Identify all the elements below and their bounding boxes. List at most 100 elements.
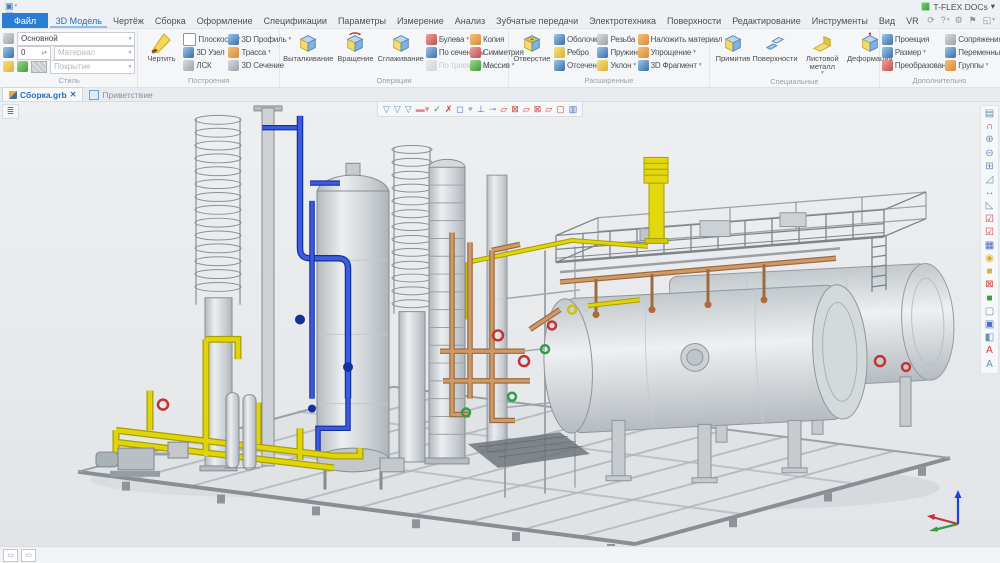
ribbon-command[interactable]: Группы ▾ bbox=[945, 59, 997, 71]
wireframe-cube-icon[interactable]: ▦ bbox=[985, 241, 994, 251]
zoom-in-icon[interactable]: ⊕ bbox=[985, 135, 993, 145]
menu-tab[interactable]: Параметры bbox=[332, 13, 391, 28]
texture-swatch[interactable] bbox=[31, 61, 47, 73]
section-plane-cross-icon[interactable]: ⊠ bbox=[534, 105, 542, 114]
ribbon-command[interactable]: Трасса ▾ bbox=[228, 46, 277, 58]
menu-tab[interactable]: 3D Модель bbox=[50, 13, 107, 28]
shaded-cube-icon[interactable]: ■ bbox=[986, 267, 992, 277]
section-cube-icon[interactable]: ▱ bbox=[545, 105, 552, 114]
ribbon-big-command[interactable]: Чертить bbox=[140, 30, 182, 63]
menu-tab[interactable]: Анализ bbox=[449, 13, 490, 28]
ribbon-command[interactable]: Резьба bbox=[597, 33, 636, 45]
menu-tab[interactable]: Редактирование bbox=[727, 13, 807, 28]
check-model-icon[interactable]: ☑ bbox=[985, 215, 994, 225]
ribbon-big-command[interactable]: Вращение bbox=[334, 30, 376, 63]
dimensions-icon[interactable]: ◺ bbox=[986, 201, 994, 211]
filter-edges-icon[interactable]: ▽ bbox=[394, 105, 401, 114]
cancel-selection-icon[interactable]: ✗ bbox=[445, 105, 453, 114]
menu-tab[interactable]: Электротехника bbox=[584, 13, 662, 28]
menu-tab[interactable]: Поверхности bbox=[661, 13, 726, 28]
ribbon-command[interactable]: Сопряжения ▾ bbox=[945, 33, 997, 45]
render-mode-icon[interactable]: ◉ bbox=[985, 254, 994, 264]
level-stepper[interactable]: 0 ▴▾ bbox=[17, 46, 51, 60]
ribbon-command[interactable]: Упрощение ▾ bbox=[638, 46, 707, 58]
document-tab-active[interactable]: Сборка.grb ✕ bbox=[2, 87, 83, 101]
snap-point-icon[interactable]: ⌖ bbox=[468, 105, 473, 114]
ribbon-command[interactable]: 3D Фрагмент ▾ bbox=[638, 59, 707, 71]
ribbon-command[interactable]: 3D Узел bbox=[183, 46, 227, 58]
coating-icon[interactable] bbox=[17, 61, 28, 72]
document-pages-icon[interactable]: ▤ bbox=[985, 109, 994, 119]
model-tree-toggle-button[interactable]: ≣ bbox=[2, 104, 19, 119]
magnet-snap-icon[interactable]: ∩ bbox=[986, 122, 993, 132]
ribbon-command[interactable]: 3D Профиль ▾ bbox=[228, 33, 277, 45]
box-select-icon[interactable]: ◻ bbox=[456, 105, 463, 114]
menu-tab[interactable]: Измерение bbox=[391, 13, 449, 28]
hide-element-icon[interactable]: ⊠ bbox=[985, 280, 993, 290]
zoom-out-icon[interactable]: ⊖ bbox=[985, 149, 993, 159]
ribbon-command[interactable]: ЛСК bbox=[183, 59, 227, 71]
axes-select-icon[interactable]: ⊥ bbox=[477, 105, 485, 114]
close-icon[interactable]: ✕ bbox=[70, 90, 77, 99]
ribbon-big-command[interactable]: Примитив bbox=[712, 30, 754, 77]
ribbon-command[interactable]: Копия bbox=[470, 33, 506, 45]
material-select[interactable]: Материал ▾ bbox=[54, 46, 135, 60]
menu-tab[interactable]: Зубчатые передачи bbox=[491, 13, 584, 28]
menu-tab[interactable]: Спецификации bbox=[258, 13, 332, 28]
section-box-icon[interactable]: ▱ bbox=[500, 105, 507, 114]
text-increase-icon[interactable]: A bbox=[986, 346, 993, 356]
file-menu-button[interactable]: Файл bbox=[2, 13, 48, 28]
sync-icon[interactable]: ⟳ bbox=[927, 16, 936, 25]
ribbon-big-command[interactable]: Сглаживание bbox=[376, 30, 424, 63]
ribbon-command[interactable]: Наложить материал bbox=[638, 33, 707, 45]
section-plane-icon[interactable]: ▱ bbox=[523, 105, 530, 114]
ribbon-command[interactable]: Плоскость ▾ bbox=[183, 33, 227, 45]
3d-viewport[interactable]: ≣ ▽ ▽ ▽ ▬▾ ✓ bbox=[0, 102, 1000, 546]
document-tab-welcome[interactable]: Приветствие bbox=[83, 88, 158, 101]
menu-tab[interactable]: Сборка bbox=[149, 13, 191, 28]
ribbon-big-command[interactable]: Отверстие bbox=[511, 30, 553, 63]
section-box-cross-icon[interactable]: ⊠ bbox=[511, 105, 519, 114]
ribbon-big-command[interactable]: Поверхности bbox=[754, 30, 796, 77]
ribbon-command[interactable]: Ребро bbox=[554, 46, 596, 58]
settings-gear-icon[interactable]: ⚙ bbox=[955, 16, 964, 25]
ribbon-command[interactable]: Пружина ▾ bbox=[597, 46, 636, 58]
menu-tab[interactable]: Чертёж bbox=[107, 13, 149, 28]
open-box-icon[interactable]: ▢ bbox=[985, 307, 994, 317]
ribbon-big-command[interactable]: Выталкивание bbox=[282, 30, 334, 63]
tflex-docs-button[interactable]: T-FLEX DOCs ▾ bbox=[921, 1, 995, 12]
attach-clip-icon[interactable]: ⊸ bbox=[489, 105, 497, 114]
window-mode-icon[interactable]: ▭ bbox=[3, 549, 18, 562]
ruler-icon[interactable]: ◿ bbox=[986, 175, 994, 185]
window-split-icon[interactable]: ▭ bbox=[21, 549, 36, 562]
section-page-icon[interactable]: ▢ bbox=[556, 105, 565, 114]
ribbon-command[interactable]: Оболочка ▾ bbox=[554, 33, 596, 45]
show-element-icon[interactable]: ■ bbox=[986, 294, 992, 304]
ribbon-command[interactable]: Преобразования bbox=[882, 59, 944, 71]
flag-icon[interactable]: ⚑ bbox=[969, 16, 978, 25]
layer-select[interactable]: Основной ▾ bbox=[17, 32, 135, 46]
coating-select[interactable]: Покрытие ▾ bbox=[50, 60, 135, 74]
menu-tab[interactable]: VR bbox=[901, 13, 923, 28]
color-icon[interactable] bbox=[3, 61, 14, 72]
ribbon-command[interactable]: 3D Сечение bbox=[228, 59, 277, 71]
ribbon-command[interactable]: По сечениям bbox=[426, 46, 469, 58]
zoom-window-icon[interactable]: ⊞ bbox=[985, 162, 993, 172]
help-icon[interactable]: ? ▾ bbox=[941, 16, 950, 25]
menu-tab[interactable]: Вид bbox=[873, 13, 900, 28]
ribbon-command[interactable]: Уклон ▾ bbox=[597, 59, 636, 71]
measure-icon[interactable]: ↔ bbox=[985, 188, 995, 198]
ribbon-command[interactable]: Отсечение bbox=[554, 59, 596, 71]
filter-vertices-icon[interactable]: ▽ bbox=[383, 105, 390, 114]
ribbon-command[interactable]: Размер ▾ bbox=[882, 46, 944, 58]
ribbon-command[interactable]: По траектории bbox=[426, 59, 469, 71]
highlight-color-swatch[interactable]: ▬▾ bbox=[416, 105, 430, 114]
text-decrease-icon[interactable]: A bbox=[986, 360, 993, 370]
menu-tab[interactable]: Оформление bbox=[191, 13, 258, 28]
material-fill-icon[interactable]: ◧ bbox=[985, 333, 994, 343]
ribbon-command[interactable]: Проекция bbox=[882, 33, 944, 45]
ribbon-command[interactable]: Переменные bbox=[945, 46, 997, 58]
menu-tab[interactable]: Инструменты bbox=[806, 13, 873, 28]
filter-faces-icon[interactable]: ▽ bbox=[405, 105, 412, 114]
ribbon-command[interactable]: Булева ▾ bbox=[426, 33, 469, 45]
